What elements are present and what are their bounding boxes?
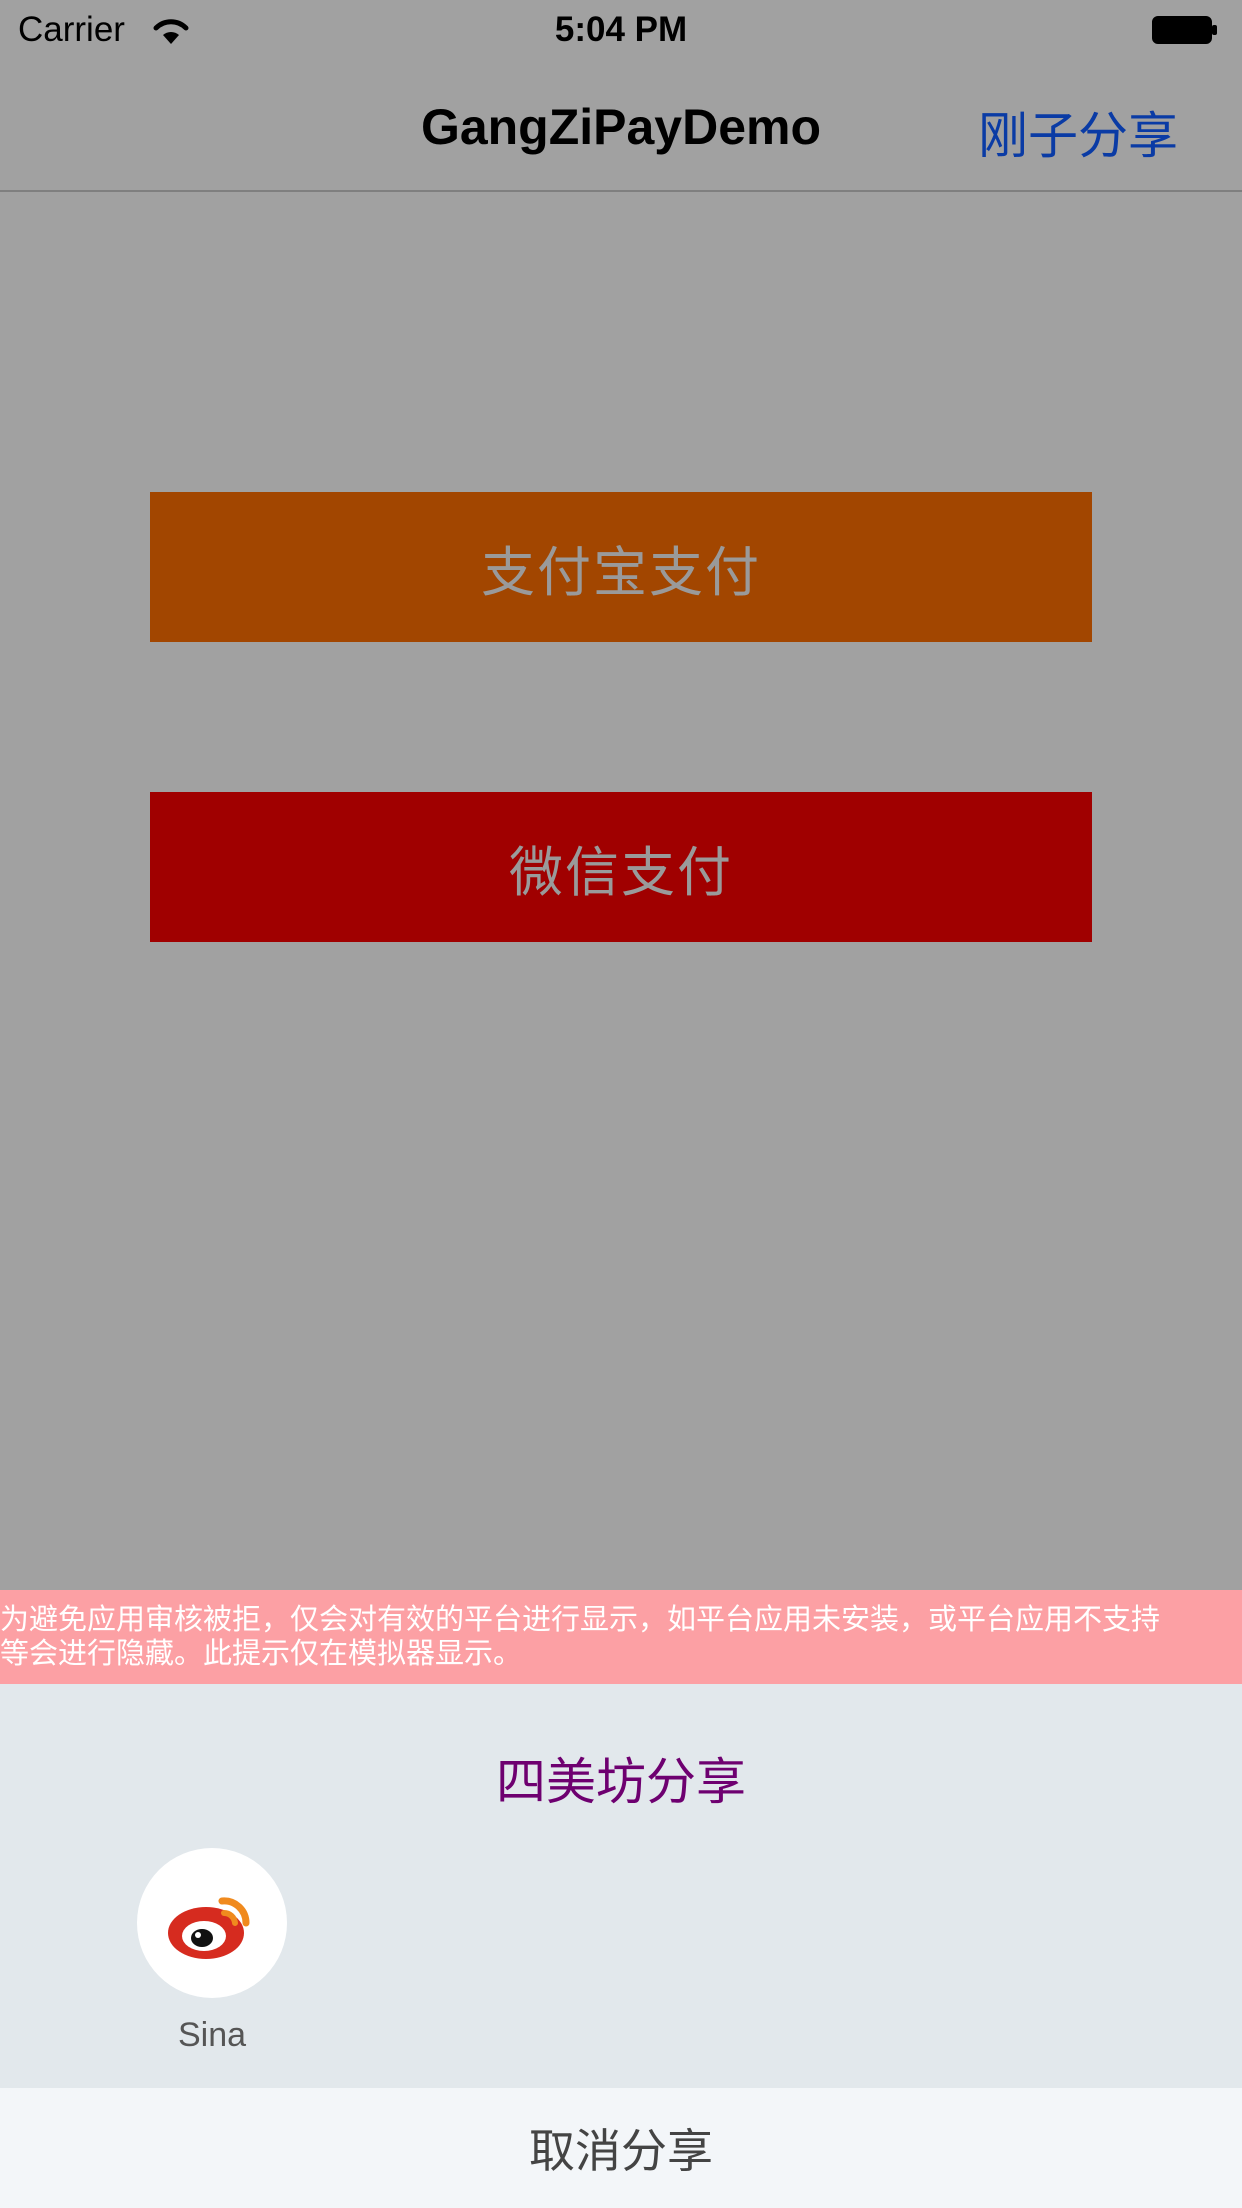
- platform-label: Sina: [177, 2016, 247, 2054]
- share-sheet-title: 四美坊分享: [496, 1753, 746, 1811]
- battery-icon: [1152, 16, 1217, 44]
- cancel-share-button[interactable]: 取消分享: [0, 2088, 1242, 2208]
- weibo-icon[interactable]: [137, 1848, 287, 1998]
- share-platform-sina[interactable]: Sina: [137, 1848, 287, 2055]
- alipay-button[interactable]: 支付宝支付: [150, 492, 1092, 642]
- status-time: 5:04 PM: [554, 10, 688, 49]
- share-panel: 四美坊分享 Sina: [0, 1684, 1242, 2088]
- share-nav-button[interactable]: 刚子分享: [978, 96, 1178, 168]
- simulator-notice: 为避免应用审核被拒，仅会对有效的平台进行显示，如平台应用未安装，或平台应用不支持…: [0, 1590, 1242, 1684]
- status-bar: Carrier 5:04 PM: [0, 0, 1242, 60]
- notice-line: 等会进行隐藏。此提示仅在模拟器显示。: [0, 1636, 523, 1670]
- wechat-pay-button[interactable]: 微信支付: [150, 792, 1092, 942]
- navigation-bar: GangZiPayDemo 刚子分享: [0, 60, 1242, 192]
- notice-line: 为避免应用审核被拒，仅会对有效的平台进行显示，如平台应用未安装，或平台应用不支持: [0, 1602, 1161, 1636]
